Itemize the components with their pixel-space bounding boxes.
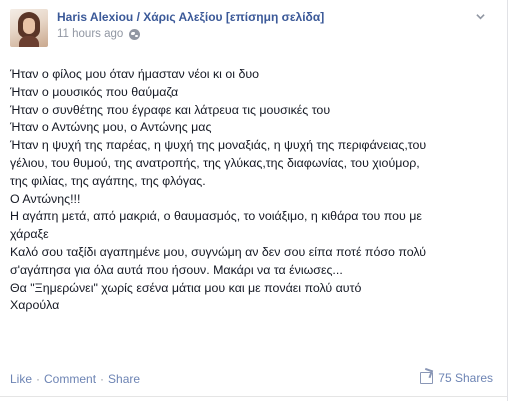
page-name-link[interactable]: Haris Alexiou / Χάρις Αλεξίου [επίσημη σ… xyxy=(57,10,324,25)
post-text-line: της φιλίας, της αγάπης, της φλόγας. xyxy=(10,173,206,188)
post-text-line: Θα "Ξημερώνει" χωρίς εσένα μάτια μου και… xyxy=(10,280,362,295)
post-text-line: Ήταν ο Αντώνης μου, ο Αντώνης μας xyxy=(10,120,212,135)
post-text-line: Ήταν ο συνθέτης που έγραφε και λάτρευα τ… xyxy=(10,102,331,117)
like-button[interactable]: Like xyxy=(10,372,32,386)
chevron-down-icon[interactable] xyxy=(476,12,485,21)
comment-button[interactable]: Comment xyxy=(44,372,96,386)
post-text-line: Ήταν ο φίλος μου όταν ήμασταν νέοι κι οι… xyxy=(10,67,260,81)
post-text-line: γέλιου, του θυμού, της ανατροπής, της γλ… xyxy=(10,155,420,170)
post-text-line: Ο Αντώνης!!! xyxy=(10,191,81,206)
share-button[interactable]: Share xyxy=(108,372,140,386)
post-text-line: Χαρούλα xyxy=(10,298,60,313)
post-text-line: Η αγάπη μετά, από μακριά, ο θαυμασμός, τ… xyxy=(10,209,422,224)
share-icon xyxy=(420,372,434,384)
shares-count-link[interactable]: 75 Shares xyxy=(420,371,493,385)
post-meta: Haris Alexiou / Χάρις Αλεξίου [επίσημη σ… xyxy=(57,10,324,41)
post-body: Ήταν ο φίλος μου όταν ήμασταν νέοι κι οι… xyxy=(10,66,500,315)
post-header: Haris Alexiou / Χάρις Αλεξίου [επίσημη σ… xyxy=(10,9,324,47)
separator: · xyxy=(100,372,105,386)
timestamp-row: 11 hours ago xyxy=(57,27,324,41)
post-text-line: χάραξε xyxy=(10,227,49,242)
facebook-post: Haris Alexiou / Χάρις Αλεξίου [επίσημη σ… xyxy=(0,0,508,401)
post-text-line: σ'αγάπησα για όλα αυτά που ήσουν. Μακάρι… xyxy=(10,262,343,277)
post-text-line: Καλό σου ταξίδι αγαπημένε μου, συγνώμη α… xyxy=(10,244,427,259)
post-actions: Like · Comment · Share 75 Shares xyxy=(10,371,493,387)
post-text-line: Ήταν η ψυχή της παρέας, η ψυχή της μοναξ… xyxy=(10,138,427,153)
shares-count-label: 75 Shares xyxy=(438,371,493,385)
page-avatar[interactable] xyxy=(10,9,48,47)
post-text-line: Ήταν ο μουσικός που θαύμαζα xyxy=(10,84,179,99)
separator: · xyxy=(36,372,41,386)
divider xyxy=(0,396,507,397)
globe-icon xyxy=(129,28,141,40)
timestamp-link[interactable]: 11 hours ago xyxy=(57,27,123,41)
